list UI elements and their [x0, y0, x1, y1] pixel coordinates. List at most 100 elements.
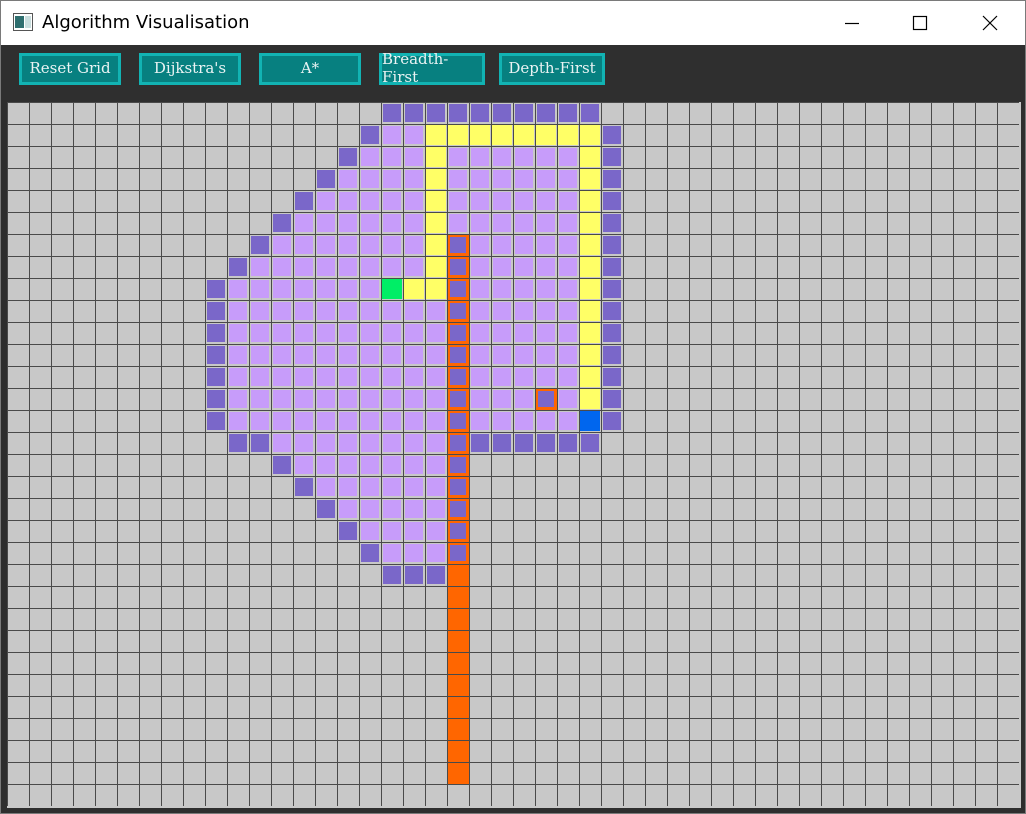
visited-cell[interactable] [361, 192, 379, 210]
visited-cell[interactable] [251, 302, 269, 320]
visited-cell[interactable] [405, 368, 423, 386]
visited-cell[interactable] [273, 346, 291, 364]
visited-cell[interactable] [515, 368, 533, 386]
frontier-cell[interactable] [493, 104, 511, 122]
visited-cell[interactable] [471, 192, 489, 210]
frontier-over-wall-cell[interactable] [450, 457, 466, 473]
wall-cell[interactable] [447, 586, 469, 608]
visited-cell[interactable] [339, 280, 357, 298]
visited-cell[interactable] [229, 280, 247, 298]
frontier-over-wall-cell[interactable] [538, 391, 554, 407]
visited-cell[interactable] [273, 390, 291, 408]
visited-cell[interactable] [383, 478, 401, 496]
visited-cell[interactable] [361, 390, 379, 408]
visited-cell[interactable] [559, 324, 577, 342]
visited-cell[interactable] [449, 170, 467, 188]
visited-cell[interactable] [537, 236, 555, 254]
wall-cell[interactable] [447, 762, 469, 784]
visited-cell[interactable] [339, 302, 357, 320]
visited-cell[interactable] [383, 258, 401, 276]
path-cell[interactable] [580, 323, 600, 343]
frontier-cell[interactable] [229, 258, 247, 276]
visited-cell[interactable] [493, 236, 511, 254]
visited-cell[interactable] [361, 170, 379, 188]
path-cell[interactable] [580, 125, 600, 145]
visited-cell[interactable] [537, 324, 555, 342]
frontier-cell[interactable] [251, 236, 269, 254]
visited-cell[interactable] [317, 192, 335, 210]
path-cell[interactable] [426, 169, 446, 189]
visited-cell[interactable] [383, 412, 401, 430]
visited-cell[interactable] [361, 258, 379, 276]
frontier-cell[interactable] [207, 346, 225, 364]
visited-cell[interactable] [273, 324, 291, 342]
visited-cell[interactable] [229, 346, 247, 364]
visited-cell[interactable] [515, 346, 533, 364]
visited-cell[interactable] [405, 500, 423, 518]
frontier-cell[interactable] [515, 104, 533, 122]
visited-cell[interactable] [317, 456, 335, 474]
frontier-over-wall-cell[interactable] [450, 237, 466, 253]
visited-cell[interactable] [471, 280, 489, 298]
frontier-over-wall-cell[interactable] [450, 281, 466, 297]
path-cell[interactable] [492, 125, 512, 145]
visited-cell[interactable] [317, 236, 335, 254]
visited-cell[interactable] [471, 170, 489, 188]
visited-cell[interactable] [229, 412, 247, 430]
visited-cell[interactable] [515, 280, 533, 298]
path-cell[interactable] [580, 389, 600, 409]
visited-cell[interactable] [361, 434, 379, 452]
frontier-cell[interactable] [273, 456, 291, 474]
frontier-cell[interactable] [493, 434, 511, 452]
visited-cell[interactable] [273, 368, 291, 386]
visited-cell[interactable] [405, 236, 423, 254]
visited-cell[interactable] [383, 170, 401, 188]
visited-cell[interactable] [493, 302, 511, 320]
frontier-cell[interactable] [207, 390, 225, 408]
visited-cell[interactable] [405, 170, 423, 188]
visited-cell[interactable] [383, 544, 401, 562]
visited-cell[interactable] [251, 258, 269, 276]
frontier-cell[interactable] [603, 368, 621, 386]
frontier-cell[interactable] [603, 390, 621, 408]
path-cell[interactable] [426, 125, 446, 145]
frontier-cell[interactable] [317, 170, 335, 188]
visited-cell[interactable] [273, 412, 291, 430]
visited-cell[interactable] [383, 522, 401, 540]
visited-cell[interactable] [361, 522, 379, 540]
frontier-cell[interactable] [515, 434, 533, 452]
visited-cell[interactable] [251, 280, 269, 298]
a-star-button[interactable]: A* [259, 53, 361, 85]
visited-cell[interactable] [317, 258, 335, 276]
visited-cell[interactable] [559, 280, 577, 298]
visited-cell[interactable] [339, 192, 357, 210]
visited-cell[interactable] [515, 258, 533, 276]
wall-cell[interactable] [447, 674, 469, 696]
path-cell[interactable] [426, 235, 446, 255]
dijkstra-button[interactable]: Dijkstra's [139, 53, 241, 85]
visited-cell[interactable] [559, 368, 577, 386]
frontier-cell[interactable] [405, 566, 423, 584]
visited-cell[interactable] [295, 346, 313, 364]
visited-cell[interactable] [559, 390, 577, 408]
visited-cell[interactable] [405, 544, 423, 562]
frontier-cell[interactable] [603, 346, 621, 364]
visited-cell[interactable] [383, 390, 401, 408]
visited-cell[interactable] [537, 192, 555, 210]
frontier-cell[interactable] [581, 434, 599, 452]
visited-cell[interactable] [537, 258, 555, 276]
visited-cell[interactable] [339, 324, 357, 342]
frontier-over-wall-cell[interactable] [450, 413, 466, 429]
visited-cell[interactable] [537, 148, 555, 166]
visited-cell[interactable] [471, 236, 489, 254]
visited-cell[interactable] [427, 368, 445, 386]
visited-cell[interactable] [317, 412, 335, 430]
visited-cell[interactable] [493, 214, 511, 232]
frontier-over-wall-cell[interactable] [450, 501, 466, 517]
frontier-cell[interactable] [383, 566, 401, 584]
path-cell[interactable] [426, 257, 446, 277]
start-node[interactable] [382, 279, 402, 299]
visited-cell[interactable] [515, 214, 533, 232]
frontier-cell[interactable] [361, 126, 379, 144]
visited-cell[interactable] [405, 258, 423, 276]
